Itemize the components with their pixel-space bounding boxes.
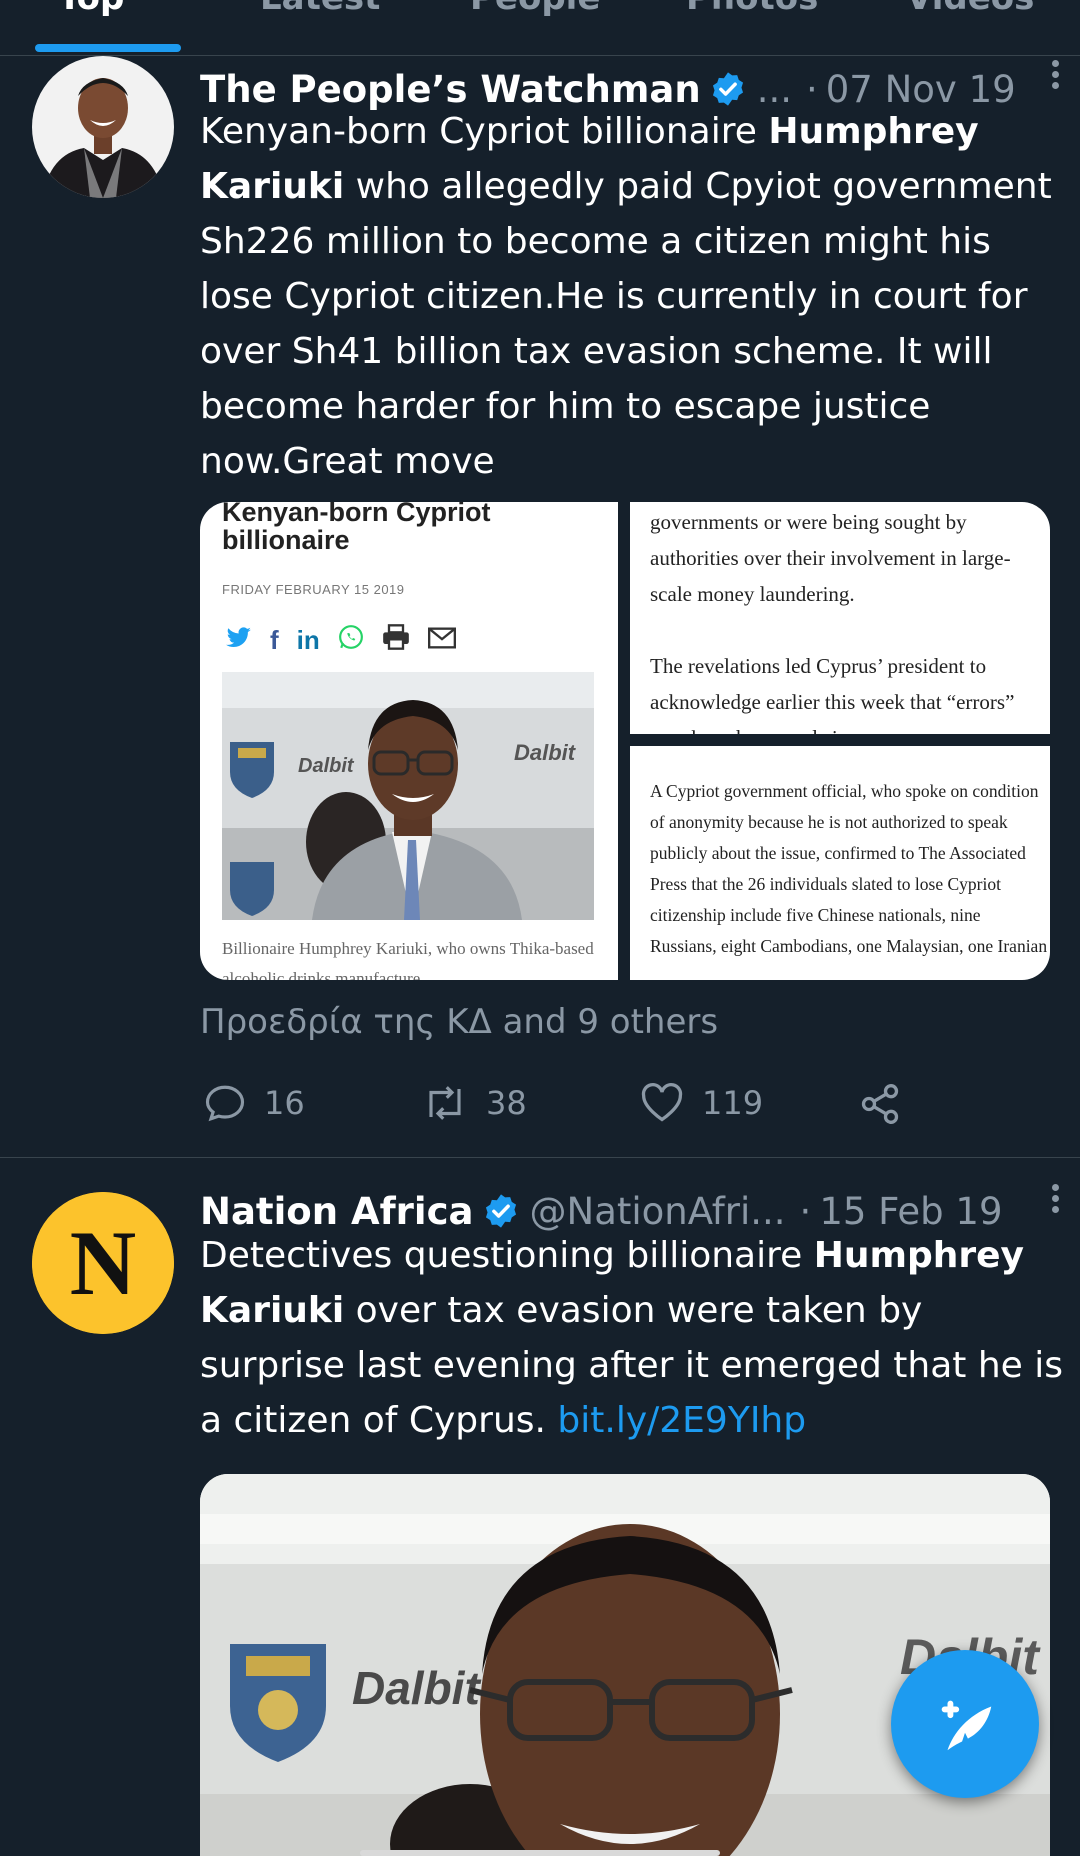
- article-title: Kenyan-born Cypriot billionaire: [222, 502, 491, 555]
- tweet-text-part: who allegedly paid Cpyiot government Sh2…: [200, 166, 1052, 482]
- tweet-text: Kenyan-born Cypriot billionaire Humphrey…: [200, 104, 1060, 489]
- article-share-row: f in: [226, 624, 456, 655]
- tweet-media-grid: Kenyan-born Cypriot billionaire FRIDAY F…: [200, 502, 1050, 980]
- banner-text: Dalbit: [514, 740, 577, 765]
- tweet-actions: 16 38 119: [200, 1082, 1060, 1142]
- tweet-text-part: Kenyan-born Cypriot billionaire: [200, 111, 769, 152]
- mail-icon: [427, 626, 456, 654]
- tweet-date[interactable]: 15 Feb 19: [819, 1190, 1002, 1233]
- avatar-letter: N: [70, 1212, 136, 1314]
- active-tab-indicator: [35, 44, 181, 52]
- retweet-button[interactable]: 38: [422, 1082, 527, 1124]
- excerpt-text: governments or were being sought by auth…: [650, 510, 1015, 734]
- tab-people[interactable]: People: [470, 0, 600, 18]
- reply-icon: [205, 1085, 245, 1122]
- tab-latest[interactable]: Latest: [260, 0, 380, 18]
- linkedin-icon: in: [296, 624, 320, 655]
- banner-text: Dalbit: [352, 1662, 481, 1714]
- separator-dot: ·: [799, 1189, 812, 1233]
- article-caption: Billionaire Humphrey Kariuki, who owns T…: [222, 939, 594, 980]
- home-indicator: [360, 1850, 720, 1856]
- author-name[interactable]: Nation Africa: [200, 1190, 474, 1233]
- tweet-divider: [0, 1157, 1080, 1158]
- media-image-article[interactable]: Kenyan-born Cypriot billionaire FRIDAY F…: [200, 502, 618, 980]
- print-icon: [382, 624, 410, 655]
- social-context[interactable]: Προεδρία της ΚΔ and 9 others: [200, 1002, 718, 1042]
- compose-feather-icon: [941, 1700, 992, 1751]
- retweet-icon: [429, 1086, 461, 1120]
- like-count: 119: [702, 1084, 764, 1122]
- share-button[interactable]: [858, 1082, 920, 1126]
- tweet-link[interactable]: bit.ly/2E9YIhp: [557, 1400, 806, 1441]
- tab-photos[interactable]: Photos: [686, 0, 818, 18]
- like-button[interactable]: 119: [640, 1082, 763, 1124]
- more-options-icon[interactable]: [1040, 56, 1070, 96]
- tab-top[interactable]: Top: [58, 0, 124, 18]
- media-image-excerpt[interactable]: governments or were being sought by auth…: [630, 502, 1050, 734]
- verified-badge-icon: [709, 70, 747, 108]
- reply-button[interactable]: 16: [204, 1082, 305, 1124]
- share-icon: [861, 1084, 899, 1124]
- more-options-icon[interactable]: [1040, 1180, 1070, 1220]
- banner-text: Dalbit: [298, 755, 355, 777]
- verified-badge-icon: [482, 1192, 520, 1230]
- article-date: FRIDAY FEBRUARY 15 2019: [222, 582, 405, 597]
- retweet-count: 38: [486, 1084, 527, 1122]
- tweet-text: Detectives questioning billionaire Humph…: [200, 1228, 1070, 1448]
- heart-icon: [641, 1082, 683, 1122]
- article-photo: Dalbit Dalbit: [222, 672, 594, 920]
- media-image-excerpt[interactable]: A Cypriot government official, who spoke…: [630, 746, 1050, 980]
- search-tabs: Top Latest People Photos Videos: [0, 0, 1080, 56]
- compose-tweet-button[interactable]: [891, 1650, 1039, 1798]
- tweet[interactable]: The People’s Watchman ... · 07 Nov 19 Ke…: [0, 56, 1080, 1160]
- avatar[interactable]: [32, 56, 174, 198]
- facebook-icon: f: [270, 624, 279, 655]
- avatar[interactable]: N: [32, 1192, 174, 1334]
- tab-videos[interactable]: Videos: [906, 0, 1034, 18]
- tweet-text-part: Detectives questioning billionaire: [200, 1235, 814, 1276]
- reply-count: 16: [264, 1084, 305, 1122]
- whatsapp-icon: [338, 624, 364, 655]
- excerpt-text: A Cypriot government official, who spoke…: [650, 781, 1048, 956]
- twitter-icon: [226, 626, 252, 654]
- author-handle[interactable]: @NationAfri...: [530, 1190, 786, 1233]
